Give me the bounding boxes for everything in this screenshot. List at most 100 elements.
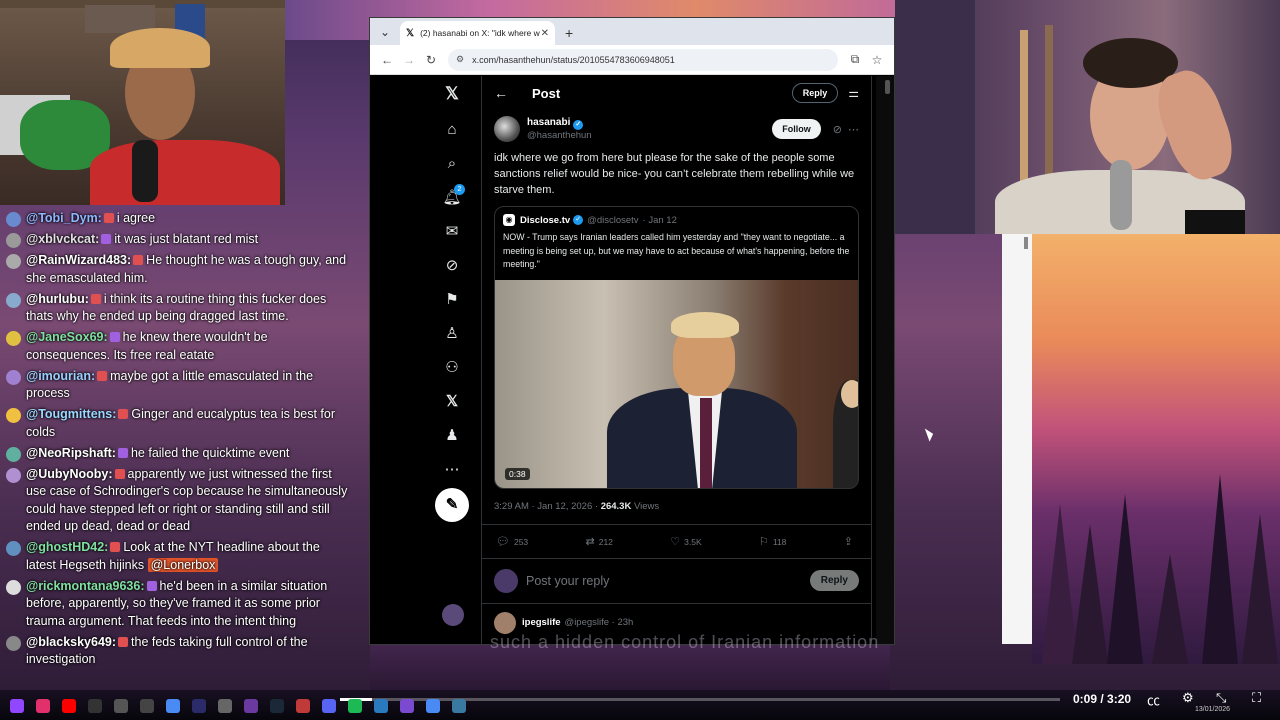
chat-message: @UubyNooby: apparently we just witnessed … <box>4 466 370 536</box>
browser-tab[interactable]: 𝕏 (2) hasanabi on X: "idk where w ✕ <box>400 21 555 45</box>
jobs-icon[interactable]: ♙ <box>440 322 464 346</box>
chat-mention[interactable]: @Lonerbox <box>147 557 219 572</box>
app-icon[interactable] <box>296 699 310 713</box>
scroll-thumb[interactable] <box>885 80 890 94</box>
grok-icon[interactable]: ⊘ <box>440 254 464 278</box>
side-scrollbar[interactable] <box>1002 234 1032 644</box>
reply-submit-button[interactable]: Reply <box>809 570 859 591</box>
repost-icon: ⇄ <box>585 535 595 548</box>
chat-username[interactable]: @blacksky649: <box>26 635 116 649</box>
discord-icon[interactable] <box>322 699 336 713</box>
subtitle-text: such a hidden control of Iranian informa… <box>490 632 880 652</box>
author-names: hasanabi ✓ @hasanthehun <box>527 117 772 141</box>
back-icon[interactable]: ← <box>376 53 398 67</box>
app-icon[interactable] <box>452 699 466 713</box>
miniplayer-icon[interactable]: ⤡ <box>1216 690 1226 706</box>
forward-icon[interactable]: → <box>398 53 420 67</box>
twitch-icon[interactable] <box>10 699 24 713</box>
quote-text: NOW - Trump says Iranian leaders called … <box>503 232 850 269</box>
steam-icon[interactable] <box>270 699 284 713</box>
youtube-icon[interactable] <box>62 699 76 713</box>
bookmark-action[interactable]: ⚐ 118 <box>759 535 786 548</box>
premium-icon[interactable]: 𝕏 <box>440 390 464 414</box>
live-chat: @Tobi_Dym: i agree @xblvckcat: it was just … <box>0 210 370 690</box>
chat-avatar-icon <box>6 331 21 346</box>
settings-gear-icon[interactable]: ⚙ <box>1182 690 1194 706</box>
messages-icon[interactable]: ✉ <box>440 220 464 244</box>
app-icon[interactable] <box>88 699 102 713</box>
chat-badge-icon <box>110 542 121 552</box>
like-action[interactable]: ♡ 3.5K <box>670 535 701 548</box>
chat-username[interactable]: @ghostHD42: <box>26 540 108 554</box>
more-options-icon[interactable]: ⋯ <box>848 123 859 136</box>
chat-username[interactable]: @Tougmittens: <box>26 407 116 421</box>
taskbar-icons <box>0 696 466 716</box>
back-arrow-icon[interactable]: ← <box>494 85 508 101</box>
author-display-name[interactable]: hasanabi <box>527 117 570 128</box>
chrome-icon[interactable] <box>166 699 180 713</box>
profile-icon[interactable]: ♟ <box>440 424 464 448</box>
reply-author-name: ipegslife <box>522 617 561 628</box>
close-tab-icon[interactable]: ✕ <box>541 28 549 39</box>
settings-sliders-icon[interactable]: ⚌ <box>848 86 859 100</box>
author-handle[interactable]: @hasanthehun <box>527 130 772 141</box>
repost-action[interactable]: ⇄ 212 <box>586 535 613 548</box>
reply-input[interactable]: Post your reply <box>526 574 810 588</box>
chat-username[interactable]: @JaneSox69: <box>26 330 108 344</box>
app-icon[interactable] <box>114 699 128 713</box>
video-figure-hair <box>671 311 739 338</box>
instagram-icon[interactable] <box>36 699 50 713</box>
home-icon[interactable]: ⌂ <box>440 118 464 142</box>
spotify-icon[interactable] <box>348 699 362 713</box>
bookmarks-icon[interactable]: ⚑ <box>440 288 464 312</box>
chat-username[interactable]: @rickmontana9636: <box>26 579 145 593</box>
chrome-icon[interactable] <box>426 699 440 713</box>
fullscreen-icon[interactable]: ⛶ <box>1252 690 1261 706</box>
follow-button[interactable]: Follow <box>772 119 821 139</box>
premiere-icon[interactable] <box>192 699 206 713</box>
grok-explain-icon[interactable]: ⊘ <box>833 123 842 136</box>
chat-username[interactable]: @Tobi_Dym: <box>26 211 102 225</box>
communities-icon[interactable]: ⚇ <box>440 356 464 380</box>
site-info-icon[interactable]: ⚙ <box>456 54 464 65</box>
chat-badge-icon <box>118 409 129 419</box>
install-icon[interactable]: ⧉ <box>844 52 866 67</box>
composer-avatar <box>494 568 518 593</box>
compose-post-button[interactable]: ✎ <box>435 488 469 522</box>
address-bar[interactable]: ⚙ x.com/hasanthehun/status/2010554783606… <box>448 48 838 71</box>
quoted-post[interactable]: ◉ Disclose.tv ✓ @disclosetv · Jan 12 NOW… <box>494 206 859 489</box>
app-icon[interactable] <box>400 699 414 713</box>
chat-username[interactable]: @UubyNooby: <box>26 467 113 481</box>
chat-username[interactable]: @imourian: <box>26 369 95 383</box>
chat-username[interactable]: @RainWizard483: <box>26 253 131 267</box>
search-icon[interactable]: ⌕ <box>440 152 464 176</box>
app-icon[interactable] <box>244 699 258 713</box>
captions-icon[interactable]: ㏄ <box>1147 690 1160 709</box>
share-action[interactable]: ⇪ <box>844 535 857 548</box>
chat-message: @xblvckcat: it was just blatant red mist <box>4 231 370 249</box>
reply-header-button[interactable]: Reply <box>791 83 839 103</box>
page-scrollbar[interactable] <box>876 76 894 644</box>
more-icon[interactable]: ⋯ <box>440 458 464 482</box>
chat-username[interactable]: @xblvckcat: <box>26 232 99 246</box>
bookmark-star-icon[interactable]: ☆ <box>866 53 888 67</box>
reply-action[interactable]: 💬︎ 253 <box>496 535 528 548</box>
author-avatar[interactable] <box>494 116 520 142</box>
app-icon[interactable] <box>140 699 154 713</box>
app-icon[interactable] <box>374 699 388 713</box>
notifications-icon[interactable]: 🔔︎ 2 <box>440 184 465 210</box>
account-avatar[interactable] <box>442 604 464 626</box>
chat-username[interactable]: @hurlubu: <box>26 292 89 306</box>
reply-avatar <box>494 611 516 634</box>
reload-icon[interactable]: ↻ <box>420 53 442 67</box>
video-player[interactable]: 0:38 <box>495 279 858 488</box>
side-scroll-thumb[interactable] <box>1024 237 1028 249</box>
tab-search-icon[interactable]: ⌄ <box>376 23 394 41</box>
chat-username[interactable]: @NeoRipshaft: <box>26 446 116 460</box>
chat-avatar-icon <box>6 254 21 269</box>
new-tab-icon[interactable]: + <box>565 25 573 41</box>
obs-icon[interactable] <box>218 699 232 713</box>
post-timestamp[interactable]: 3:29 AM · Jan 12, 2026 · <box>494 501 598 512</box>
x-logo-icon[interactable]: 𝕏 <box>440 82 464 106</box>
chat-avatar-icon <box>6 369 21 385</box>
